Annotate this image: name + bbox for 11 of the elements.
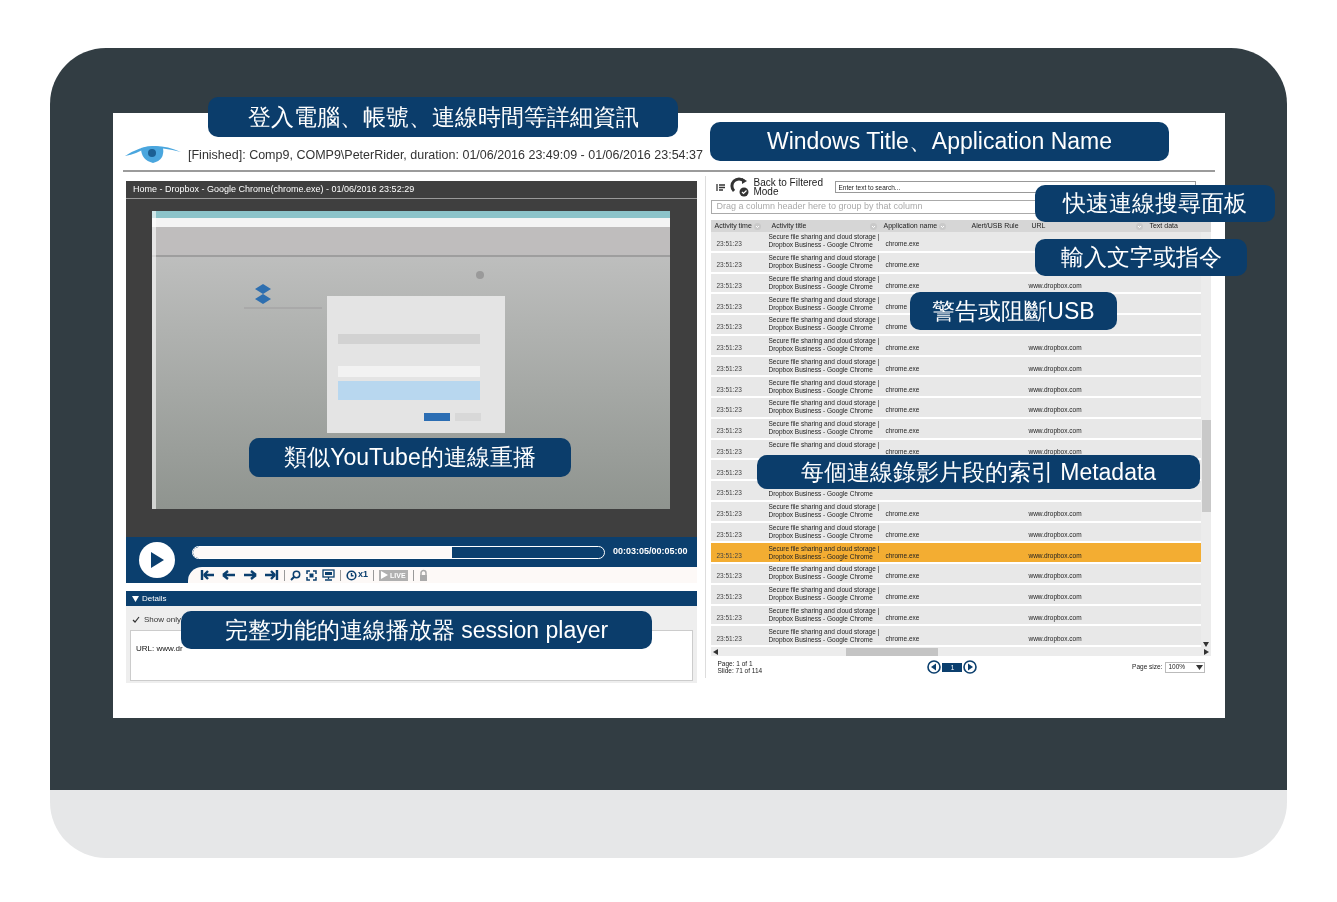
callout-tooltip: 快速連線搜尋面板 — [1035, 185, 1275, 222]
callout-tooltip: Windows Title、Application Name — [710, 122, 1169, 161]
callout-tooltip: 警告或阻斷USB — [910, 292, 1117, 330]
video-title: Home - Dropbox - Google Chrome(chrome.exe) - 01/06/2016 23:52:29 — [133, 182, 415, 196]
callout-tooltip: 每個連線錄影片段的索引 Metadata — [757, 455, 1200, 489]
callout-tooltip: 輸入文字或指令 — [1035, 239, 1247, 276]
session-info: [Finished]: Comp9, COMP9\PeterRider, duration: 01/06/2016 23:49:09 - 01/06/2016 23:54:37 — [188, 147, 703, 165]
callout-tooltip: 登入電腦、帳號、連線時間等詳細資訊 — [208, 97, 678, 137]
callout-tooltip: 類似YouTube的連線重播 — [249, 438, 571, 477]
checkbox-label: Show only — [144, 614, 181, 626]
playback-time: 00:03:05/00:05:00 — [613, 545, 688, 559]
